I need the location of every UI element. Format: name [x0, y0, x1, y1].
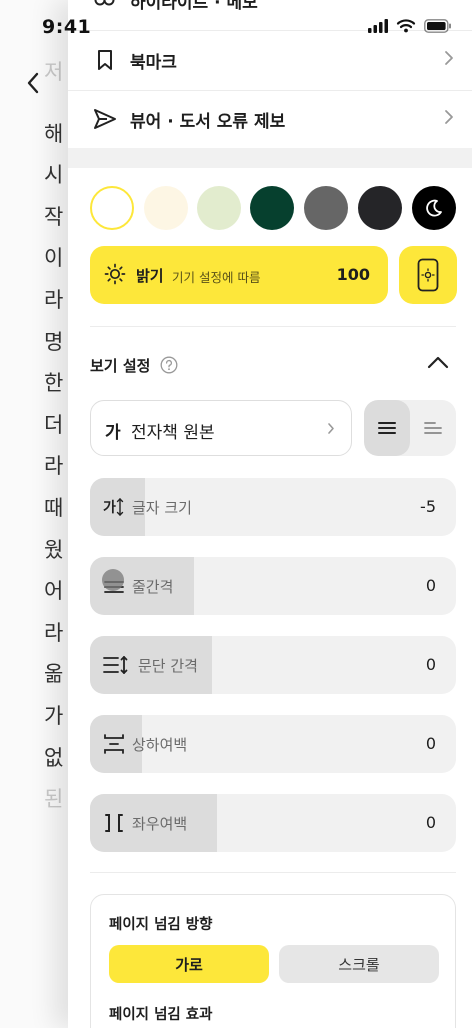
page-turn-scroll-option[interactable]: 스크롤	[279, 945, 439, 983]
settings-panel: 하이라이트 · 메모 북마크 뷰어 · 도서 오류 제보 밝기 기기 설정에 따…	[68, 0, 472, 1028]
horizontal-margin-slider[interactable]: 좌우여백 0	[90, 794, 456, 852]
slider-label: 줄간격	[132, 578, 174, 596]
chevron-right-icon	[445, 51, 453, 65]
font-size-icon: 가	[103, 498, 124, 516]
sun-icon	[104, 263, 126, 285]
theme-swatch-dark-green[interactable]	[250, 186, 294, 230]
slider-label: 상하여백	[132, 736, 188, 754]
view-settings-title: 보기 설정	[90, 357, 151, 375]
svg-text:가: 가	[103, 500, 116, 516]
justify-align-button[interactable]	[364, 400, 410, 456]
page-turn-effect-title: 페이지 넘김 효과	[109, 1007, 213, 1023]
left-align-button[interactable]	[410, 400, 456, 456]
menu-item-label: 뷰어 · 도서 오류 제보	[130, 111, 286, 132]
brightness-sub-label: 기기 설정에 따름	[172, 270, 261, 285]
status-icons	[368, 18, 452, 33]
brightness-value: 100	[336, 265, 370, 284]
vertical-margin-slider[interactable]: 상하여백 0	[90, 715, 456, 773]
horizontal-margin-icon	[105, 814, 123, 832]
theme-swatch-charcoal[interactable]	[358, 186, 402, 230]
theme-swatch-gray[interactable]	[304, 186, 348, 230]
font-select[interactable]: 가 전자책 원본	[90, 400, 352, 456]
back-button[interactable]	[20, 66, 46, 100]
slider-knob[interactable]	[102, 569, 124, 591]
section-divider	[68, 148, 472, 168]
slider-value: -5	[420, 497, 436, 516]
slider-value: 0	[425, 813, 436, 832]
moon-icon	[426, 199, 442, 217]
signal-icon	[368, 18, 388, 33]
font-glyph: 가	[105, 423, 121, 443]
theme-swatch-cream[interactable]	[144, 186, 188, 230]
status-bar: 9:41	[0, 0, 472, 52]
menu-item-report[interactable]: 뷰어 · 도서 오류 제보	[68, 89, 472, 150]
phone-brightness-icon	[417, 258, 439, 292]
slider-label: 좌우여백	[132, 815, 188, 833]
theme-swatch-black[interactable]	[412, 186, 456, 230]
brightness-label: 밝기	[136, 267, 164, 285]
status-time: 9:41	[42, 16, 92, 38]
divider	[90, 326, 456, 327]
chevron-up-icon[interactable]	[426, 354, 450, 370]
justify-icon	[378, 422, 396, 434]
chevron-right-icon	[445, 110, 453, 124]
line-spacing-slider[interactable]: 줄간격 0	[90, 557, 456, 615]
theme-swatch-sage[interactable]	[197, 186, 241, 230]
wifi-icon	[396, 19, 416, 33]
font-name: 전자책 원본	[131, 423, 215, 443]
slider-value: 0	[425, 734, 436, 753]
brightness-control[interactable]: 밝기 기기 설정에 따름 100	[90, 246, 388, 304]
device-brightness-button[interactable]	[399, 246, 457, 304]
font-size-slider[interactable]: 가 글자 크기 -5	[90, 478, 456, 536]
send-icon	[92, 106, 118, 132]
align-left-icon	[424, 422, 442, 434]
slider-label: 글자 크기	[132, 499, 192, 517]
page-turn-card: 페이지 넘김 방향 가로 스크롤 페이지 넘김 효과	[90, 894, 456, 1028]
help-icon[interactable]	[160, 356, 178, 374]
slider-value: 0	[425, 576, 436, 595]
theme-swatch-white[interactable]	[90, 186, 134, 230]
paragraph-spacing-icon	[103, 656, 128, 674]
chevron-left-icon	[27, 72, 39, 94]
vertical-margin-icon	[104, 734, 124, 754]
battery-icon	[424, 18, 451, 33]
slider-label: 문단 간격	[138, 657, 198, 675]
page-turn-horizontal-option[interactable]: 가로	[109, 945, 269, 983]
page-turn-direction-title: 페이지 넘김 방향	[109, 917, 213, 933]
text-align-toggle	[364, 400, 456, 456]
slider-value: 0	[425, 655, 436, 674]
divider	[90, 872, 456, 873]
paragraph-spacing-slider[interactable]: 문단 간격 0	[90, 636, 456, 694]
chevron-right-icon	[328, 423, 334, 434]
